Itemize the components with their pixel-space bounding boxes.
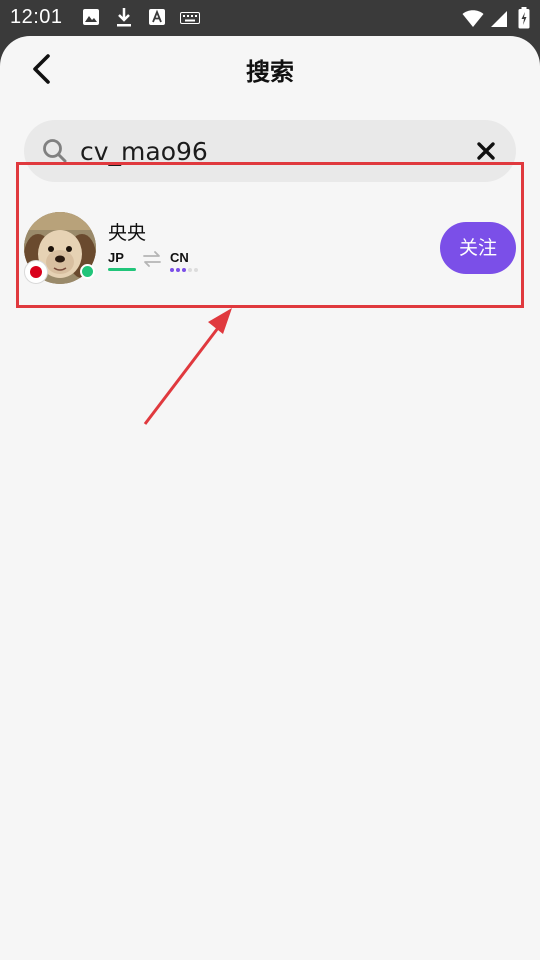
- download-icon: [117, 8, 131, 27]
- wifi-icon: [462, 10, 484, 27]
- status-bar: 12:01: [0, 0, 540, 36]
- page-title: 搜索: [246, 58, 294, 86]
- clear-search-button[interactable]: [474, 139, 498, 163]
- close-icon: [477, 142, 495, 160]
- search-icon: [43, 139, 67, 163]
- status-time: 12:01: [10, 6, 63, 28]
- signal-icon: [491, 11, 507, 27]
- search-screen: 搜索 cv_mao96 央央 JP CN 关注: [0, 36, 540, 960]
- highlight-annotation-box: [16, 162, 524, 308]
- header: 搜索: [0, 36, 540, 102]
- battery-icon: [518, 7, 530, 29]
- a-icon: [149, 9, 165, 25]
- image-icon: [83, 9, 99, 25]
- keyboard-icon: [180, 12, 200, 24]
